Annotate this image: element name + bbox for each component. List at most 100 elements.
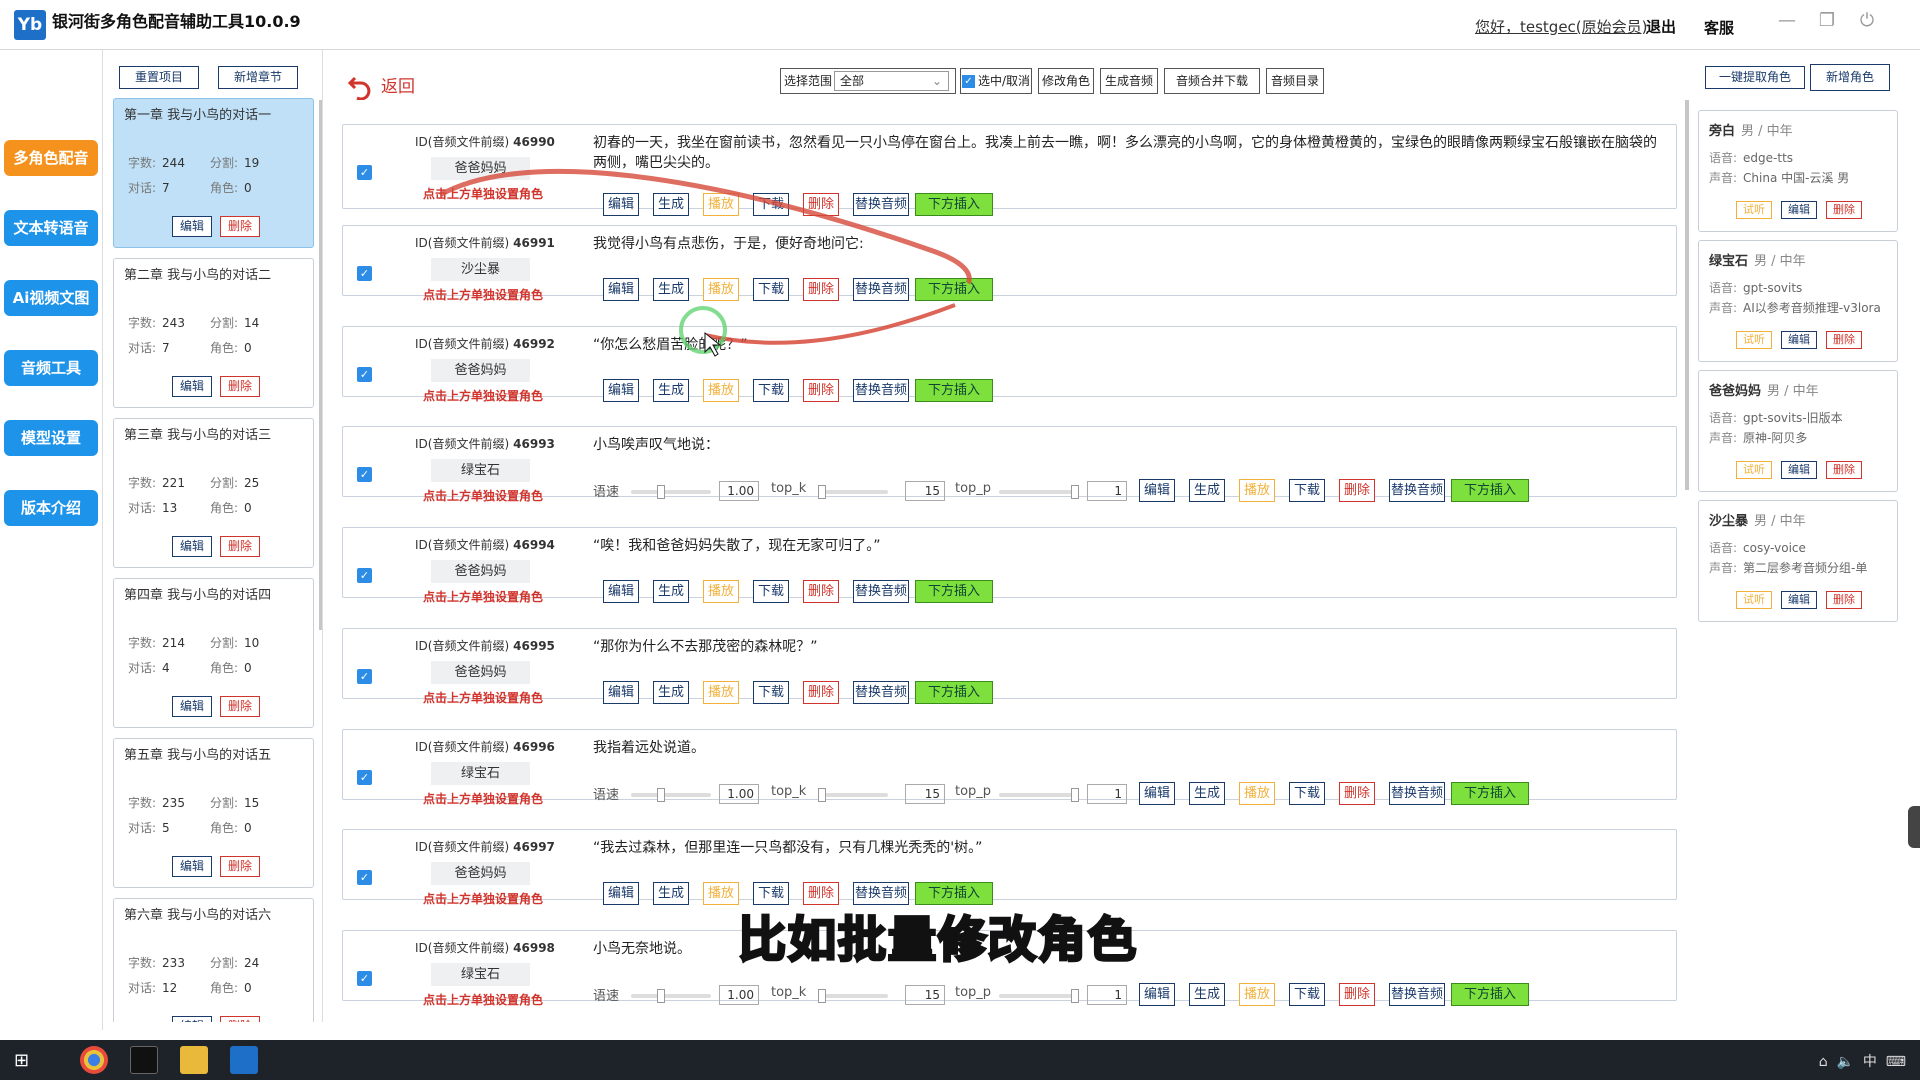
slider-knob[interactable] <box>818 989 826 1003</box>
edit-button[interactable]: 编辑 <box>603 882 639 905</box>
role-edit-button[interactable]: 编辑 <box>1781 201 1817 219</box>
select-toggle-button[interactable]: ✓ 选中/取消 <box>960 68 1032 94</box>
topk-value[interactable]: 15 <box>905 784 945 804</box>
slider-knob[interactable] <box>657 788 665 802</box>
nav-version-info[interactable]: 版本介绍 <box>4 490 98 526</box>
volume-icon[interactable]: 🔈 <box>1837 1054 1854 1070</box>
ime-indicator[interactable]: 中 <box>1863 1054 1877 1070</box>
edit-button[interactable]: 编辑 <box>1139 782 1175 805</box>
chapter-card[interactable]: 第二章 我与小鸟的对话二 字数: 243 分割: 14 对话: 7 角色: 0 编辑 删除 <box>113 258 314 408</box>
chrome-icon[interactable] <box>80 1046 108 1074</box>
logout-link[interactable]: 退出 <box>1646 16 1676 37</box>
role-selector[interactable]: 沙尘暴 <box>431 258 530 281</box>
customer-service-link[interactable]: 客服 <box>1704 17 1734 38</box>
nav-audio-tools[interactable]: 音频工具 <box>4 350 98 386</box>
insert-below-button[interactable]: 下方插入 <box>915 379 993 402</box>
play-button[interactable]: 播放 <box>703 882 739 905</box>
role-selector[interactable]: 绿宝石 <box>431 963 530 986</box>
replace-audio-button[interactable]: 替换音频 <box>853 278 909 301</box>
nav-ai-video[interactable]: Ai视频文图 <box>4 280 98 316</box>
chapter-edit-button[interactable]: 编辑 <box>172 216 212 237</box>
generate-button[interactable]: 生成 <box>653 379 689 402</box>
download-button[interactable]: 下载 <box>753 580 789 603</box>
topk-slider[interactable] <box>818 485 888 499</box>
reset-project-button[interactable]: 重置项目 <box>119 66 199 89</box>
role-preview-button[interactable]: 试听 <box>1736 331 1772 349</box>
replace-audio-button[interactable]: 替换音频 <box>1389 983 1445 1006</box>
row-checkbox[interactable]: ✓ <box>357 266 372 281</box>
chapter-scrollbar[interactable] <box>319 100 322 630</box>
slider-knob[interactable] <box>1071 788 1079 802</box>
slider-knob[interactable] <box>818 788 826 802</box>
speed-slider[interactable] <box>631 989 711 1003</box>
windows-start-icon[interactable]: ⊞ <box>14 1050 29 1071</box>
segment-text[interactable]: 小鸟唉声叹气地说： <box>593 435 1663 455</box>
power-icon[interactable]: ⏻ <box>1853 10 1881 34</box>
delete-button[interactable]: 删除 <box>1339 782 1375 805</box>
generate-button[interactable]: 生成 <box>1189 782 1225 805</box>
chapter-card[interactable]: 第三章 我与小鸟的对话三 字数: 221 分割: 25 对话: 13 角色: 0 编辑 删除 <box>113 418 314 568</box>
extract-roles-button[interactable]: 一键提取角色 <box>1705 66 1805 89</box>
replace-audio-button[interactable]: 替换音频 <box>853 379 909 402</box>
chapter-edit-button[interactable]: 编辑 <box>172 376 212 397</box>
edit-button[interactable]: 编辑 <box>603 681 639 704</box>
topk-value[interactable]: 15 <box>905 481 945 501</box>
delete-button[interactable]: 删除 <box>803 278 839 301</box>
segment-text[interactable]: “我去过森林，但那里连一只鸟都没有，只有几棵光秃秃的'树。” <box>593 838 1663 858</box>
generate-button[interactable]: 生成 <box>653 580 689 603</box>
replace-audio-button[interactable]: 替换音频 <box>853 681 909 704</box>
play-button[interactable]: 播放 <box>1239 782 1275 805</box>
download-button[interactable]: 下载 <box>753 193 789 216</box>
segment-text[interactable]: 初春的一天，我坐在窗前读书，忽然看见一只小鸟停在窗台上。我凑上前去一瞧，啊！多么… <box>593 133 1663 173</box>
merge-download-button[interactable]: 音频合并下载 <box>1164 68 1260 94</box>
audio-directory-button[interactable]: 音频目录 <box>1266 68 1324 94</box>
generate-button[interactable]: 生成 <box>1189 479 1225 502</box>
topp-value[interactable]: 1 <box>1087 985 1127 1005</box>
replace-audio-button[interactable]: 替换音频 <box>853 193 909 216</box>
role-selector[interactable]: 绿宝石 <box>431 459 530 482</box>
row-checkbox[interactable]: ✓ <box>357 971 372 986</box>
role-card[interactable]: 爸爸妈妈男 / 中年 语音: gpt-sovits-旧版本 声音: 原神-阿贝多 试听 编辑… <box>1698 370 1898 492</box>
delete-button[interactable]: 删除 <box>803 379 839 402</box>
generate-button[interactable]: 生成 <box>653 278 689 301</box>
segment-text[interactable]: 我觉得小鸟有点悲伤，于是，便好奇地问它: <box>593 234 1663 254</box>
role-card[interactable]: 旁白男 / 中年 语音: edge-tts 声音: China 中国-云溪 男试听 编辑删… <box>1698 110 1898 232</box>
segment-text[interactable]: “唉！我和爸爸妈妈失散了，现在无家可归了。” <box>593 536 1663 556</box>
back-button[interactable]: 返回 <box>347 72 415 100</box>
topp-slider[interactable] <box>999 788 1079 802</box>
chapter-card[interactable]: 第六章 我与小鸟的对话六字数: 233 分割: 24 对话: 12 角色: 0 编辑 删除 <box>113 898 314 1022</box>
role-delete-button[interactable]: 删除 <box>1826 591 1862 609</box>
chapter-card[interactable]: 第四章 我与小鸟的对话四 字数: 214 分割: 10 对话: 4 角色: 0 编辑 删除 <box>113 578 314 728</box>
chapter-edit-button[interactable]: 编辑 <box>172 536 212 557</box>
segment-text[interactable]: “你怎么愁眉苦脸的呢？” <box>593 335 1663 355</box>
chapter-delete-button[interactable]: 删除 <box>220 376 260 397</box>
modify-role-button[interactable]: 修改角色 <box>1038 68 1094 94</box>
generate-button[interactable]: 生成 <box>653 681 689 704</box>
keyboard-icon[interactable]: ⌨ <box>1886 1054 1906 1070</box>
play-button[interactable]: 播放 <box>703 379 739 402</box>
insert-below-button[interactable]: 下方插入 <box>1451 983 1529 1006</box>
speed-value[interactable]: 1.00 <box>719 784 759 804</box>
play-button[interactable]: 播放 <box>703 278 739 301</box>
speed-value[interactable]: 1.00 <box>719 985 759 1005</box>
replace-audio-button[interactable]: 替换音频 <box>853 580 909 603</box>
topk-slider[interactable] <box>818 989 888 1003</box>
add-role-button[interactable]: 新增角色 <box>1810 64 1890 91</box>
chapter-delete-button[interactable]: 删除 <box>220 536 260 557</box>
segment-text[interactable]: 我指着远处说道。 <box>593 738 1663 758</box>
slider-knob[interactable] <box>1071 485 1079 499</box>
topp-value[interactable]: 1 <box>1087 784 1127 804</box>
generate-button[interactable]: 生成 <box>1189 983 1225 1006</box>
speed-slider[interactable] <box>631 788 711 802</box>
role-selector[interactable]: 爸爸妈妈 <box>431 661 530 684</box>
row-checkbox[interactable]: ✓ <box>357 669 372 684</box>
topp-value[interactable]: 1 <box>1087 481 1127 501</box>
role-edit-button[interactable]: 编辑 <box>1781 461 1817 479</box>
role-selector[interactable]: 爸爸妈妈 <box>431 560 530 583</box>
edit-button[interactable]: 编辑 <box>603 379 639 402</box>
chapter-edit-button[interactable]: 编辑 <box>172 856 212 877</box>
insert-below-button[interactable]: 下方插入 <box>915 278 993 301</box>
insert-below-button[interactable]: 下方插入 <box>915 580 993 603</box>
role-selector[interactable]: 爸爸妈妈 <box>431 157 530 180</box>
role-delete-button[interactable]: 删除 <box>1826 201 1862 219</box>
